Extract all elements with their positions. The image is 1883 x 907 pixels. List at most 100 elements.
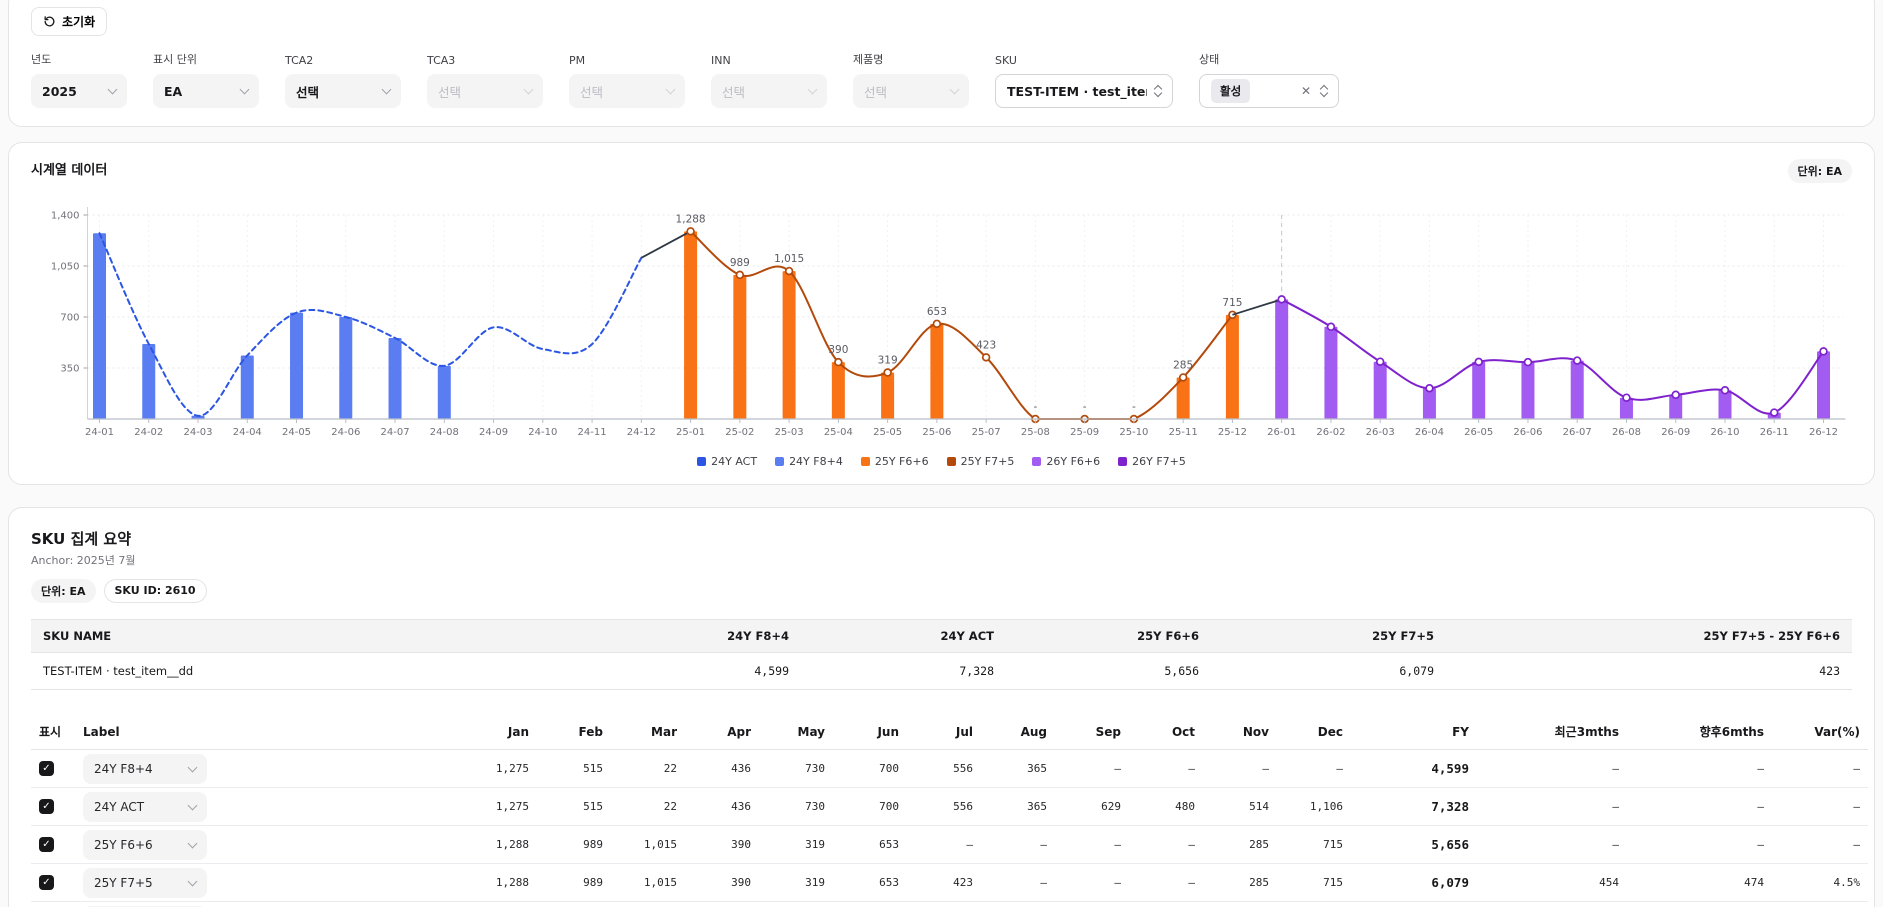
row-label-select[interactable]: 24Y F8+4 bbox=[83, 754, 207, 784]
month-value-cell: – bbox=[1055, 826, 1129, 864]
var-cell: 4.5% bbox=[1772, 864, 1868, 902]
checkbox-cell: ✓ bbox=[31, 788, 75, 826]
svg-text:-: - bbox=[1033, 401, 1037, 413]
svg-text:25-02: 25-02 bbox=[725, 427, 754, 438]
next6-cell: 474 bbox=[1627, 864, 1772, 902]
row-checkbox[interactable]: ✓ bbox=[39, 799, 54, 814]
legend-label: 25Y F7+5 bbox=[961, 455, 1015, 468]
clear-icon[interactable]: ✕ bbox=[1301, 85, 1311, 97]
var-cell: – bbox=[1772, 902, 1868, 907]
legend-swatch bbox=[947, 457, 956, 466]
detail-table-header-cell: Nov bbox=[1203, 714, 1277, 750]
svg-text:24-05: 24-05 bbox=[282, 427, 311, 438]
svg-text:285: 285 bbox=[1173, 359, 1193, 371]
inn-select: 선택 bbox=[711, 74, 827, 108]
svg-text:-: - bbox=[1132, 401, 1136, 413]
svg-text:24-08: 24-08 bbox=[430, 427, 459, 438]
month-value-cell: 22 bbox=[611, 750, 685, 788]
filter-tca3: TCA3선택 bbox=[427, 54, 543, 108]
chevron-down-icon bbox=[188, 838, 198, 848]
svg-text:653: 653 bbox=[927, 306, 947, 318]
legend-item: 26Y F7+5 bbox=[1118, 455, 1186, 468]
tca2-select[interactable]: 선택 bbox=[285, 74, 401, 108]
detail-table-header-cell: Sep bbox=[1055, 714, 1129, 750]
filter-tca2: TCA2선택 bbox=[285, 54, 401, 108]
reset-button[interactable]: 초기화 bbox=[31, 7, 107, 36]
name-table-header-cell: 25Y F6+6 bbox=[1006, 620, 1211, 653]
summary-badges: 단위: EA SKU ID: 2610 bbox=[31, 579, 1852, 603]
timeseries-panel: 시계열 데이터 단위: EA 1,2889891,015390319653423… bbox=[8, 142, 1875, 485]
legend-label: 24Y F8+4 bbox=[789, 455, 843, 468]
chevron-down-icon bbox=[240, 85, 250, 95]
month-value-cell: 390 bbox=[685, 864, 759, 902]
svg-text:25-04: 25-04 bbox=[824, 427, 853, 438]
sku-filter-label: SKU bbox=[995, 54, 1173, 67]
legend-swatch bbox=[861, 457, 870, 466]
recent3-cell: – bbox=[1477, 788, 1627, 826]
svg-text:25-09: 25-09 bbox=[1070, 427, 1099, 438]
svg-text:26-12: 26-12 bbox=[1809, 427, 1838, 438]
month-value-cell: 423 bbox=[907, 864, 981, 902]
detail-table-header-cell: Var(%) bbox=[1772, 714, 1868, 750]
month-value-cell: 393 bbox=[611, 902, 685, 907]
row-label-select[interactable]: 25Y F7+5 bbox=[83, 868, 207, 898]
svg-text:24-03: 24-03 bbox=[183, 427, 212, 438]
month-value-cell: 989 bbox=[537, 864, 611, 902]
month-value-cell: – bbox=[1055, 864, 1129, 902]
sku-name-table-header: SKU NAME24Y F8+424Y ACT25Y F6+625Y F7+52… bbox=[31, 620, 1852, 653]
updown-chevron-icon bbox=[1321, 86, 1327, 96]
bars-25y-f6+6 bbox=[684, 231, 1239, 419]
anchor-label: Anchor: 2025년 7월 bbox=[31, 552, 1852, 568]
row-checkbox[interactable]: ✓ bbox=[39, 761, 54, 776]
month-value-cell: 715 bbox=[1277, 826, 1351, 864]
checkbox-cell: ✓ bbox=[31, 750, 75, 788]
row-label-select[interactable]: 25Y F6+6 bbox=[83, 830, 207, 860]
svg-text:989: 989 bbox=[730, 257, 750, 269]
month-value-cell: 715 bbox=[1277, 864, 1351, 902]
month-value-cell: 653 bbox=[833, 864, 907, 902]
detail-table-header-cell: Apr bbox=[685, 714, 759, 750]
sku-select[interactable]: TEST-ITEM · test_item__dd bbox=[995, 74, 1173, 108]
chevron-down-icon bbox=[108, 85, 118, 95]
year-select[interactable]: 2025 bbox=[31, 74, 127, 108]
month-value-cell: 22 bbox=[611, 788, 685, 826]
product-name-select: 선택 bbox=[853, 74, 969, 108]
month-value-cell: 1,015 bbox=[611, 864, 685, 902]
name-table-value-cell: 5,656 bbox=[1006, 653, 1211, 690]
status-tag: 활성 bbox=[1211, 79, 1250, 103]
status-select[interactable]: 활성 ✕ bbox=[1199, 74, 1339, 108]
chevron-down-icon bbox=[666, 85, 676, 95]
detail-table-header-cell: Oct bbox=[1129, 714, 1203, 750]
chevron-down-icon bbox=[188, 800, 198, 810]
svg-text:1,400: 1,400 bbox=[51, 211, 80, 222]
row-label-value: 25Y F7+5 bbox=[94, 876, 153, 890]
label-cell: 25Y F7+5 bbox=[75, 864, 463, 902]
chart-legend: 24Y ACT24Y F8+425Y F6+625Y F7+526Y F6+62… bbox=[31, 447, 1852, 476]
tca3-filter-label: TCA3 bbox=[427, 54, 543, 67]
updown-chevron-icon bbox=[1155, 86, 1161, 96]
svg-text:25-10: 25-10 bbox=[1119, 427, 1148, 438]
row-label-select[interactable]: 24Y ACT bbox=[83, 792, 207, 822]
svg-text:390: 390 bbox=[828, 344, 848, 356]
svg-text:25-07: 25-07 bbox=[972, 427, 1001, 438]
table-row: ✓26Y F6+68216333932113923904011461661974… bbox=[31, 902, 1868, 907]
svg-text:26-01: 26-01 bbox=[1267, 427, 1296, 438]
recent3-cell: – bbox=[1477, 750, 1627, 788]
label-cell: 24Y F8+4 bbox=[75, 750, 463, 788]
filter-pm: PM선택 bbox=[569, 54, 685, 108]
next6-cell: – bbox=[1627, 750, 1772, 788]
fy-cell: 4,264 bbox=[1351, 902, 1477, 907]
table-row: ✓24Y ACT1,275515224367307005563656294805… bbox=[31, 788, 1868, 826]
svg-text:24-12: 24-12 bbox=[627, 427, 656, 438]
month-value-cell: 1,106 bbox=[1277, 788, 1351, 826]
svg-text:24-11: 24-11 bbox=[578, 427, 607, 438]
month-value-cell: 166 bbox=[1055, 902, 1129, 907]
table-row: ✓24Y F8+41,27551522436730700556365––––4,… bbox=[31, 750, 1868, 788]
row-checkbox[interactable]: ✓ bbox=[39, 837, 54, 852]
row-checkbox[interactable]: ✓ bbox=[39, 875, 54, 890]
checkbox-cell: ✓ bbox=[31, 902, 75, 907]
name-table-header-cell: 24Y ACT bbox=[801, 620, 1006, 653]
display-unit-select[interactable]: EA bbox=[153, 74, 259, 108]
month-value-cell: 514 bbox=[1203, 788, 1277, 826]
svg-text:1,015: 1,015 bbox=[774, 253, 804, 265]
